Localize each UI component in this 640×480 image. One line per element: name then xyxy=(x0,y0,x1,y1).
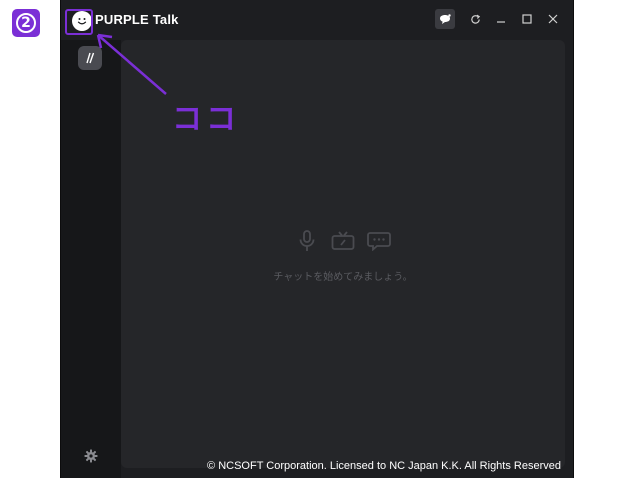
refresh-icon[interactable] xyxy=(465,9,485,29)
chat-bubble-icon[interactable] xyxy=(435,9,455,29)
app-title: PURPLE Talk xyxy=(95,12,179,27)
step-badge: 2 xyxy=(12,9,40,37)
callout-text: ココ xyxy=(172,102,240,137)
tv-icon xyxy=(331,230,355,252)
empty-state-icons xyxy=(121,230,565,252)
maximize-icon[interactable] xyxy=(517,9,537,29)
highlight-box xyxy=(65,9,93,35)
microphone-icon xyxy=(295,230,319,252)
chat-icon xyxy=(367,230,391,252)
annotation-arrow xyxy=(96,33,167,95)
window-controls xyxy=(435,9,563,29)
minimize-icon[interactable] xyxy=(491,9,511,29)
sidebar xyxy=(61,40,121,478)
empty-state-text: チャットを始めてみましょう。 xyxy=(273,272,413,283)
step-number: 2 xyxy=(16,13,36,33)
copyright-text: © NCSOFT Corporation. Licensed to NC Jap… xyxy=(207,460,561,472)
close-icon[interactable] xyxy=(543,9,563,29)
